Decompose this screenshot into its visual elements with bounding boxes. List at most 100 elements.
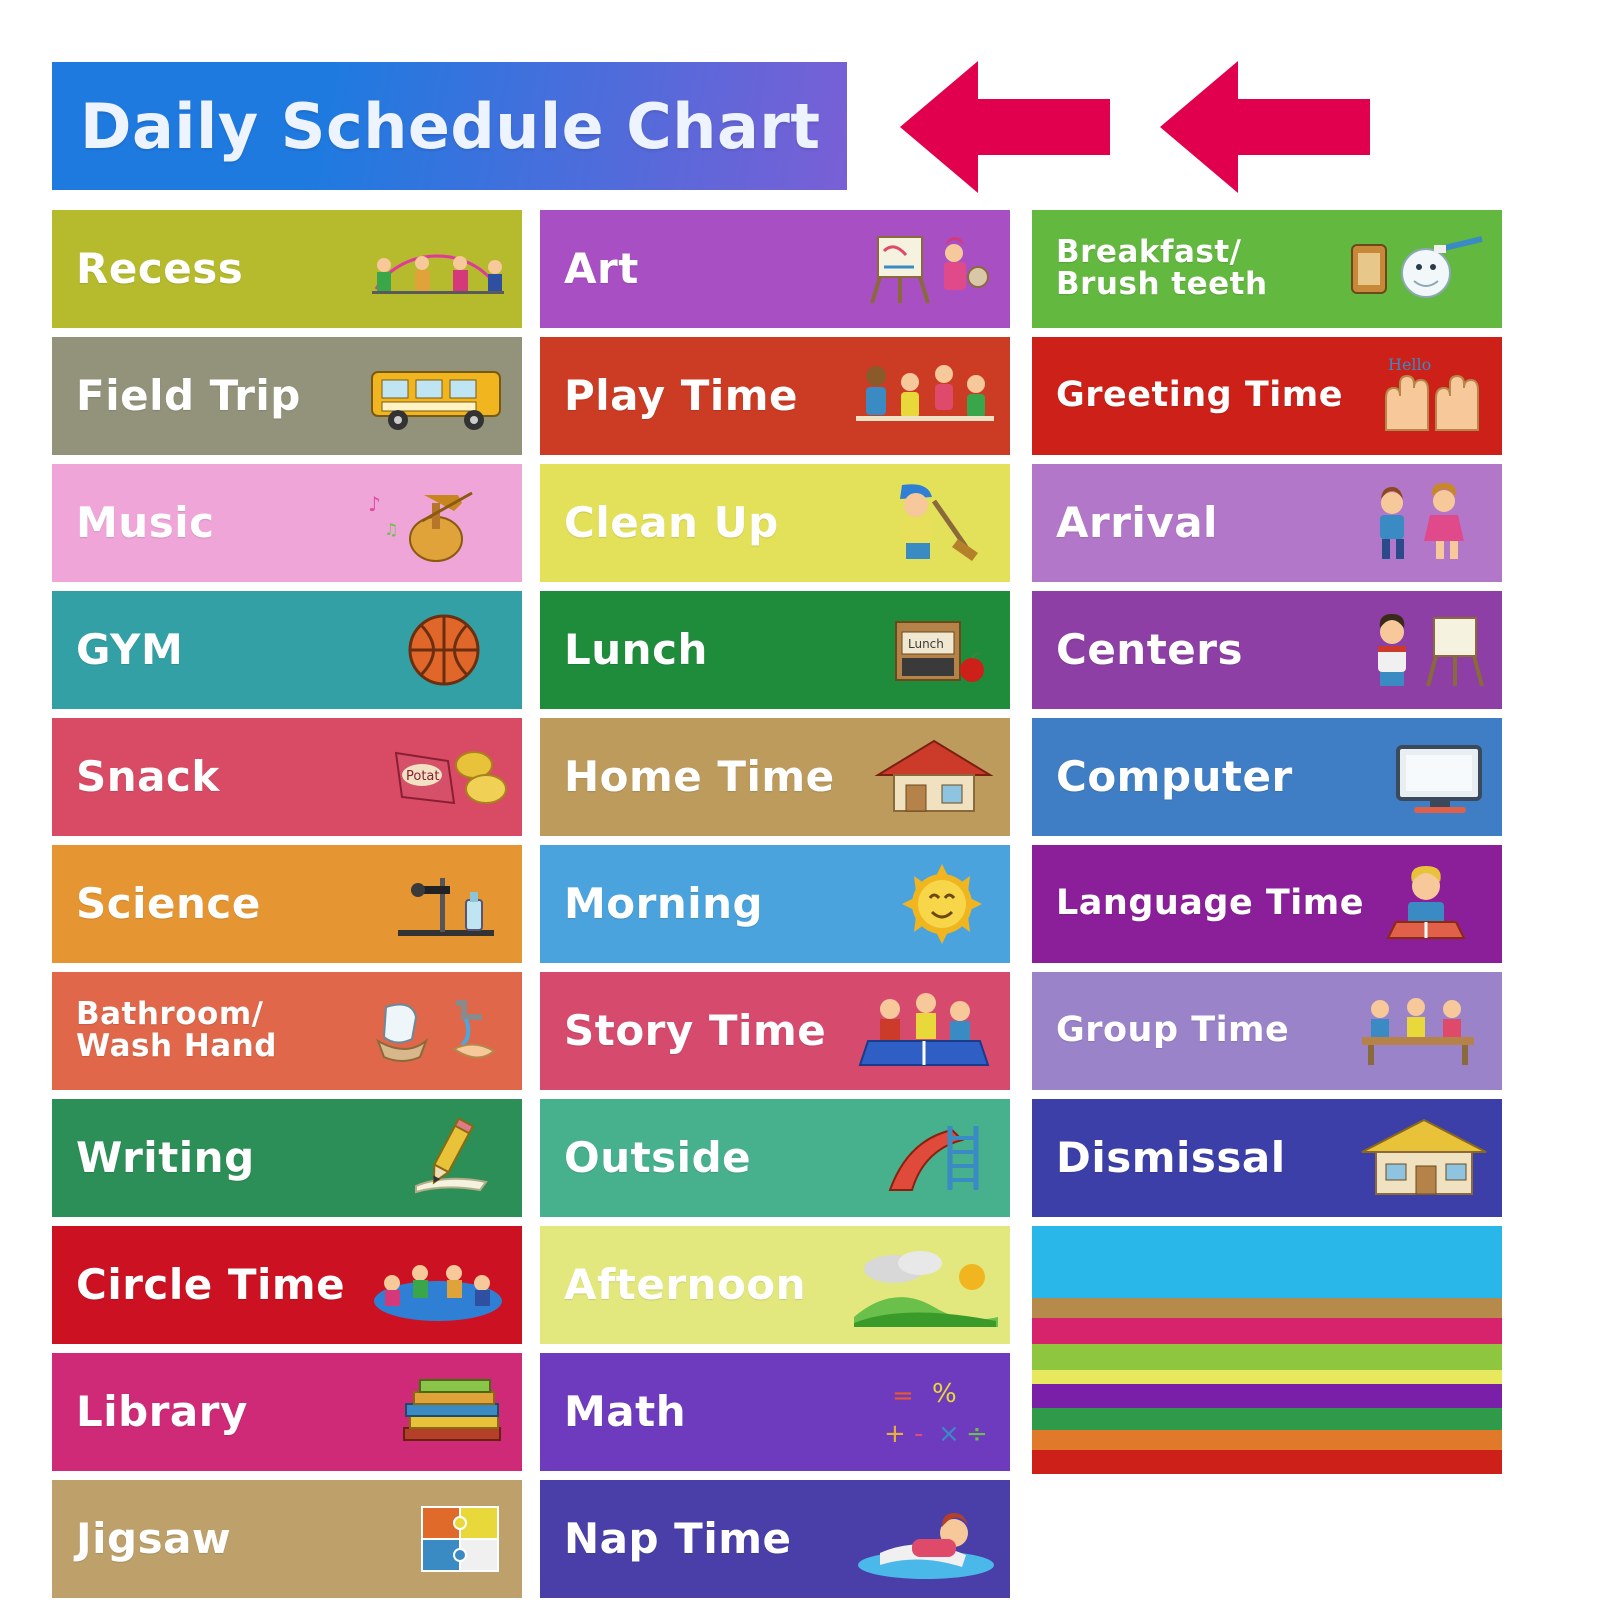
schedule-card-afternoon[interactable]: Afternoon — [540, 1226, 1010, 1344]
card-label: Dismissal — [1056, 1132, 1286, 1182]
blank-strip-4[interactable] — [1032, 1344, 1502, 1370]
svg-text:♫: ♫ — [384, 520, 398, 539]
violin-icon: ♪ ♫ — [362, 481, 512, 565]
card-label: Recess — [76, 243, 244, 293]
blank-strip-3[interactable] — [1032, 1318, 1502, 1344]
sleeping-child-icon — [850, 1497, 1000, 1581]
lunch-bag-icon: Lunch — [850, 608, 1000, 692]
card-label: Library — [76, 1386, 248, 1436]
card-label: Lunch — [564, 624, 708, 674]
svg-text:+: + — [884, 1419, 906, 1449]
card-label: Circle Time — [76, 1259, 346, 1309]
basketball-icon — [362, 608, 512, 692]
bunsen-burner-icon — [362, 862, 512, 946]
card-label: Writing — [76, 1132, 255, 1182]
schedule-card-morning[interactable]: Morning — [540, 845, 1010, 963]
schedule-card-library[interactable]: Library — [52, 1353, 522, 1471]
boy-sweeping-icon — [850, 481, 1000, 565]
blank-strip-7[interactable] — [1032, 1408, 1502, 1430]
toilet-faucet-icon — [362, 989, 512, 1073]
schedule-card-play-time[interactable]: Play Time — [540, 337, 1010, 455]
card-label: Field Trip — [76, 370, 301, 420]
schedule-card-field-trip[interactable]: Field Trip — [52, 337, 522, 455]
school-house-icon — [1342, 1116, 1492, 1200]
schedule-card-centers[interactable]: Centers — [1032, 591, 1502, 709]
card-label: Centers — [1056, 624, 1243, 674]
kids-at-desks-icon — [1342, 989, 1492, 1073]
svg-text:♪: ♪ — [368, 492, 381, 516]
poster-title-card: Daily Schedule Chart — [52, 62, 847, 190]
blank-color-strips — [1032, 1226, 1502, 1474]
card-label: Clean Up — [564, 497, 779, 547]
card-label: Snack — [76, 751, 220, 801]
schedule-card-snack[interactable]: Snack Potat — [52, 718, 522, 836]
schedule-card-group-time[interactable]: Group Time — [1032, 972, 1502, 1090]
card-label: Art — [564, 243, 639, 293]
schedule-card-dismissal[interactable]: Dismissal — [1032, 1099, 1502, 1217]
schedule-card-home-time[interactable]: Home Time — [540, 718, 1010, 836]
schedule-card-story-time[interactable]: Story Time — [540, 972, 1010, 1090]
schedule-card-recess[interactable]: Recess — [52, 210, 522, 328]
schedule-card-computer[interactable]: Computer — [1032, 718, 1502, 836]
card-label: Afternoon — [564, 1259, 807, 1309]
card-label: Greeting Time — [1056, 375, 1343, 416]
card-label: Music — [76, 497, 215, 547]
column-2: Art Play Time Clean Up Lunch Lunch Home … — [540, 210, 1010, 1607]
card-label: Breakfast/ Brush teeth — [1056, 234, 1268, 302]
schedule-card-language-time[interactable]: Language Time — [1032, 845, 1502, 963]
children-circle-icon — [362, 1243, 512, 1327]
schedule-card-arrival[interactable]: Arrival — [1032, 464, 1502, 582]
schedule-card-art[interactable]: Art — [540, 210, 1010, 328]
child-reading-icon — [1342, 862, 1492, 946]
schedule-card-greeting-time[interactable]: Greeting Time Hello — [1032, 337, 1502, 455]
easel-painter-icon — [850, 227, 1000, 311]
card-label: Arrival — [1056, 497, 1218, 547]
kids-walking-icon — [1342, 481, 1492, 565]
schedule-card-jigsaw[interactable]: Jigsaw — [52, 1480, 522, 1598]
svg-text:Potat: Potat — [406, 769, 440, 784]
schedule-card-music[interactable]: Music ♪ ♫ — [52, 464, 522, 582]
card-label: Bathroom/ Wash Hand — [76, 996, 277, 1064]
blank-strip-9[interactable] — [1032, 1450, 1502, 1474]
house-icon — [850, 735, 1000, 819]
schedule-card-bathroom-wash-hand[interactable]: Bathroom/ Wash Hand — [52, 972, 522, 1090]
schedule-card-science[interactable]: Science — [52, 845, 522, 963]
card-label: Story Time — [564, 1005, 827, 1055]
pointer-arrow-left-2 — [1160, 55, 1370, 204]
card-label: Nap Time — [564, 1513, 792, 1563]
toast-toothbrush-icon — [1342, 227, 1492, 311]
column-3: Breakfast/ Brush teeth Greeting Time Hel… — [1032, 210, 1502, 1226]
schedule-card-breakfast-brush-teeth[interactable]: Breakfast/ Brush teeth — [1032, 210, 1502, 328]
card-label: Language Time — [1056, 883, 1364, 924]
blank-strip-8[interactable] — [1032, 1430, 1502, 1450]
schedule-card-circle-time[interactable]: Circle Time — [52, 1226, 522, 1344]
daily-schedule-poster: Daily Schedule Chart Recess Field Trip M… — [0, 0, 1601, 1601]
card-label: Play Time — [564, 370, 799, 420]
schedule-card-math[interactable]: Math = % + - × ÷ — [540, 1353, 1010, 1471]
pencil-paper-icon — [362, 1116, 512, 1200]
schedule-card-clean-up[interactable]: Clean Up — [540, 464, 1010, 582]
svg-text:Lunch: Lunch — [908, 637, 944, 651]
schedule-card-writing[interactable]: Writing — [52, 1099, 522, 1217]
card-label: Group Time — [1056, 1010, 1290, 1051]
card-label: Home Time — [564, 751, 835, 801]
blank-strip-1[interactable] — [1032, 1226, 1502, 1298]
column-1: Recess Field Trip Music ♪ ♫ GYM Snack Po… — [52, 210, 522, 1607]
card-label: GYM — [76, 624, 184, 674]
monitor-icon — [1342, 735, 1492, 819]
blank-strip-6[interactable] — [1032, 1384, 1502, 1408]
card-label: Jigsaw — [76, 1513, 232, 1563]
blank-strip-5[interactable] — [1032, 1370, 1502, 1384]
family-reading-icon — [850, 989, 1000, 1073]
card-label: Computer — [1056, 751, 1293, 801]
schedule-card-outside[interactable]: Outside — [540, 1099, 1010, 1217]
children-playing-icon — [850, 354, 1000, 438]
card-label: Math — [564, 1386, 687, 1436]
svg-text:=: = — [892, 1381, 914, 1411]
blank-strip-2[interactable] — [1032, 1298, 1502, 1318]
chips-bag-icon: Potat — [362, 735, 512, 819]
schedule-card-lunch[interactable]: Lunch Lunch — [540, 591, 1010, 709]
svg-text:%: % — [932, 1379, 957, 1409]
schedule-card-nap-time[interactable]: Nap Time — [540, 1480, 1010, 1598]
schedule-card-gym[interactable]: GYM — [52, 591, 522, 709]
